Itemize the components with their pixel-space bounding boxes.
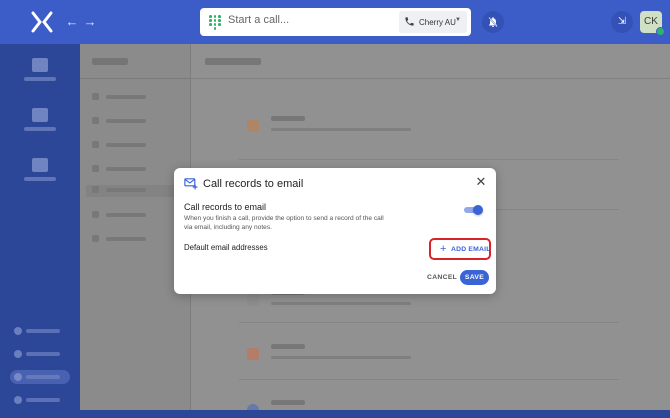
call-records-toggle[interactable] — [464, 205, 483, 215]
dialpad-icon[interactable] — [209, 15, 221, 30]
call-records-dialog: Call records to email ✕ Call records to … — [174, 168, 496, 294]
rail-item-2[interactable] — [12, 102, 68, 142]
avatar-initials: CK — [644, 16, 658, 27]
caller-id-select[interactable]: Cherry AU ▼ — [399, 11, 467, 33]
content-pane-title — [205, 58, 261, 65]
rail-icon — [32, 108, 48, 122]
left-navigation-rail — [0, 44, 80, 418]
settings-nav-item-integrations[interactable] — [86, 185, 186, 197]
plus-icon: + — [440, 243, 447, 255]
rail-item-3[interactable] — [12, 152, 68, 192]
rail-item-1[interactable] — [12, 52, 68, 92]
presence-indicator — [656, 27, 665, 36]
add-email-button[interactable]: + ADD EMAIL — [429, 238, 491, 260]
settings-nav-item[interactable] — [92, 116, 177, 126]
bell-off-icon — [488, 17, 498, 27]
start-call-input[interactable] — [228, 14, 388, 26]
app-logo-icon[interactable] — [30, 10, 54, 34]
top-bar: ← → Cherry AU ▼ ⇲ CK — [0, 0, 670, 44]
phone-icon — [405, 17, 414, 26]
rail-bottom-item-1[interactable] — [10, 324, 70, 338]
caller-id-label: Cherry AU — [419, 18, 456, 27]
dial-search-bar: Cherry AU ▼ — [200, 8, 471, 36]
cancel-button[interactable]: CANCEL — [427, 274, 457, 281]
compress-icon[interactable]: ⇲ — [611, 11, 633, 33]
save-button[interactable]: SAVE — [460, 270, 489, 285]
back-arrow-icon[interactable]: ← — [64, 14, 80, 30]
setting-description: When you finish a call, provide the opti… — [184, 215, 384, 231]
mail-plus-icon — [184, 178, 198, 190]
rail-icon — [32, 58, 48, 72]
integration-row[interactable] — [239, 108, 599, 148]
integration-row[interactable] — [239, 336, 599, 376]
settings-nav-item[interactable] — [92, 140, 177, 150]
setting-label: Call records to email — [184, 202, 267, 212]
rail-bottom-item-2[interactable] — [10, 347, 70, 361]
dialog-title: Call records to email — [203, 178, 304, 190]
settings-nav-item[interactable] — [92, 92, 177, 102]
rail-bottom-item-settings[interactable] — [10, 370, 70, 384]
settings-pane-title — [92, 58, 128, 65]
settings-nav-item[interactable] — [92, 234, 177, 244]
settings-nav-item[interactable] — [92, 210, 177, 220]
add-email-label: ADD EMAIL — [451, 246, 491, 253]
close-icon[interactable]: ✕ — [474, 175, 488, 189]
rail-bottom-item-3[interactable] — [10, 393, 70, 407]
rail-icon — [32, 158, 48, 172]
user-avatar[interactable]: CK — [640, 11, 665, 36]
chevron-down-icon: ▼ — [455, 17, 461, 23]
do-not-disturb-button[interactable] — [482, 11, 504, 33]
forward-arrow-icon[interactable]: → — [82, 14, 98, 30]
default-emails-label: Default email addresses — [184, 243, 268, 252]
settings-nav-item[interactable] — [92, 164, 177, 174]
